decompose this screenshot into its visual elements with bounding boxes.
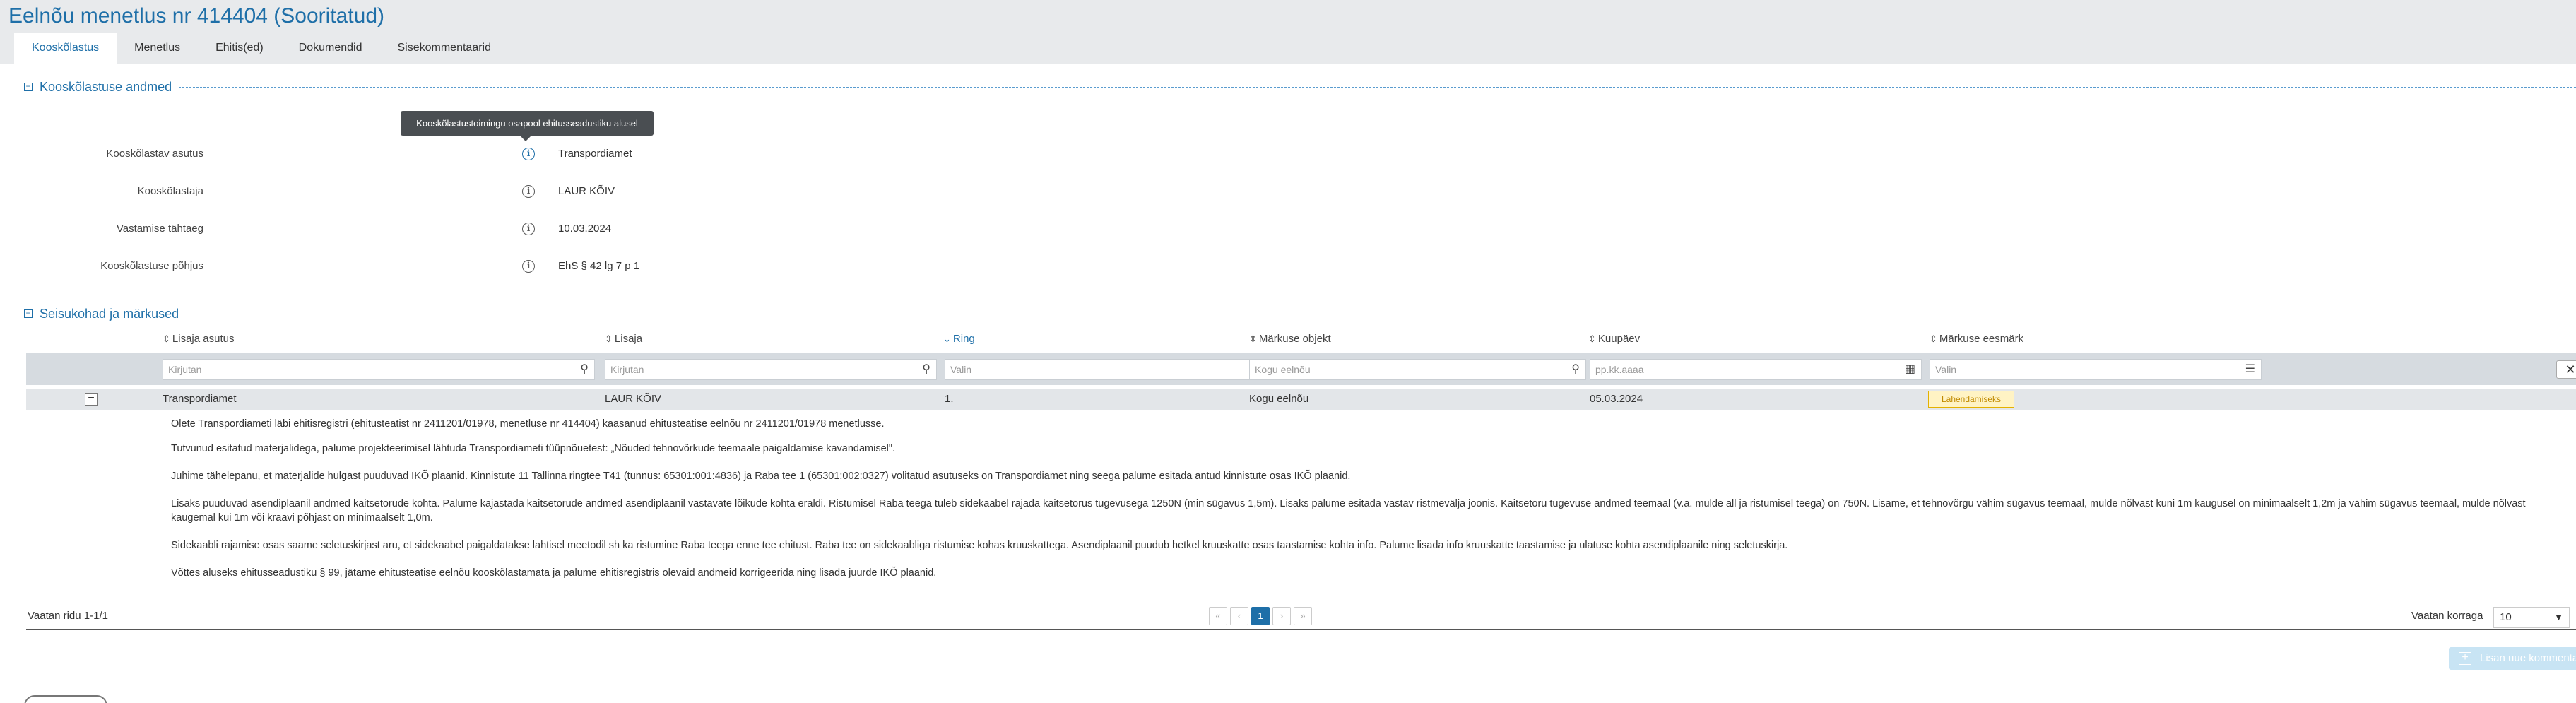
field-value: 10.03.2024 [558, 223, 612, 235]
first-page-button[interactable]: « [1209, 607, 1227, 625]
comment-body: Olete Transpordiameti läbi ehitisregistr… [0, 414, 2576, 594]
divider [179, 86, 2576, 88]
tab-dokumendid[interactable]: Dokumendid [281, 33, 380, 64]
cell-lisaja: LAUR KÕIV [605, 393, 662, 405]
page-title: Eelnõu menetlus nr 414404 (Sooritatud) [8, 4, 385, 28]
comment-paragraph: Olete Transpordiameti läbi ehitisregistr… [171, 418, 885, 430]
clear-filters-button[interactable]: ✕ [2556, 360, 2576, 379]
status-badge: Lahendamiseks [1928, 391, 2014, 408]
collapse-icon[interactable]: − [24, 82, 33, 91]
list-icon[interactable]: ☰ [2245, 360, 2255, 379]
sort-icon: ⇕ [1588, 333, 1596, 344]
filter-kuupaev-input[interactable]: pp.kk.aaaa ▦ [1590, 359, 1922, 380]
back-button[interactable] [24, 695, 107, 703]
cell-kuupaev: 05.03.2024 [1590, 393, 1643, 405]
sort-desc-icon: ⌄ [943, 333, 951, 344]
last-page-button[interactable]: » [1294, 607, 1312, 625]
cell-objekt: Kogu eelnõu [1249, 393, 1309, 405]
pagination: Vaatan ridu 1-1/1 « ‹ 1 › » Vaatan korra… [26, 601, 2576, 630]
calendar-icon[interactable]: ▦ [1905, 360, 1915, 379]
filter-lisaja-input[interactable]: Kirjutan ⚲ [605, 359, 937, 380]
collapse-icon[interactable]: − [24, 309, 33, 318]
filter-ring-select[interactable]: Valin☰ [945, 359, 1268, 380]
comment-paragraph: Juhime tähelepanu, et materjalide hulgas… [171, 471, 1351, 482]
field-vastamise-tahtaeg: Vastamise tähtaeg i 10.03.2024 [0, 220, 848, 237]
chevron-down-icon: ▼ [2554, 612, 2563, 622]
column-header-lisaja-asutus[interactable]: ⇕ Lisaja asutus [163, 329, 234, 349]
field-kooskolastav-asutus: Kooskõlastav asutus i Transpordiamet [0, 146, 848, 163]
table-header: ⇕ Lisaja asutus ⇕ Lisaja ⌄ Ring ⇕ Märkuse ob… [0, 329, 2576, 349]
info-icon[interactable]: i [522, 185, 535, 198]
filter-markuse-objekt-input[interactable]: Kogu eelnõu ⚲ [1249, 359, 1586, 380]
column-header-markuse-objekt[interactable]: ⇕ Märkuse objekt [1249, 329, 1331, 349]
section-title[interactable]: Seisukohad ja märkused [40, 307, 179, 321]
sort-icon: ⇕ [163, 333, 170, 344]
comment-paragraph: Tutvunud esitatud materjalidega, palume … [171, 443, 896, 454]
field-kooskolastaja: Kooskõlastaja i LAUR KÕIV [0, 183, 848, 200]
tab-ehitised[interactable]: Ehitis(ed) [198, 33, 281, 64]
filter-markuse-eesmark-select[interactable]: Valin ☰ [1930, 359, 2262, 380]
row-count-summary: Vaatan ridu 1-1/1 [28, 610, 108, 622]
prev-page-button[interactable]: ‹ [1230, 607, 1248, 625]
column-header-lisaja[interactable]: ⇕ Lisaja [605, 329, 642, 349]
info-icon[interactable]: i [522, 223, 535, 235]
field-value: LAUR KÕIV [558, 185, 615, 197]
filter-bar: Kirjutan⚲ Kirjutan⚲ Valin☰ Kogu eelnõu⚲ … [26, 353, 2576, 385]
tab-sisekommentaarid[interactable]: Sisekommentaarid [380, 33, 509, 64]
search-icon[interactable]: ⚲ [580, 360, 589, 379]
section-seisukohad: − Seisukohad ja märkused [24, 307, 2576, 321]
tab-kooskolastus[interactable]: Kooskõlastus [14, 33, 117, 64]
column-header-markuse-eesmark[interactable]: ⇕ Märkuse eesmärk [1930, 329, 2023, 349]
column-header-kuupaev[interactable]: ⇕ Kuupäev [1588, 329, 1640, 349]
tab-bar: Kooskõlastus Menetlus Ehitis(ed) Dokumen… [14, 33, 509, 64]
field-label: Vastamise tähtaeg [116, 223, 203, 235]
cell-ring: 1. [945, 393, 954, 405]
field-value: Transpordiamet [558, 148, 632, 160]
per-page-select[interactable]: 10 ▼ [2493, 607, 2570, 628]
field-kooskolastuse-pohjus: Kooskõlastuse põhjus i EhS § 42 lg 7 p 1 [0, 258, 848, 275]
tooltip: Kooskõlastustoimingu osapool ehitusseadu… [401, 111, 654, 136]
per-page-label: Vaatan korraga [2411, 610, 2483, 622]
tooltip-arrow [520, 136, 531, 141]
next-page-button[interactable]: › [1272, 607, 1291, 625]
field-label: Kooskõlastaja [137, 185, 203, 197]
collapse-row-button[interactable]: − [85, 393, 98, 406]
add-comment-button[interactable]: + Lisan uue kommentaari [2449, 647, 2576, 670]
sort-icon: ⇕ [1930, 333, 1937, 344]
close-icon: ✕ [2565, 362, 2576, 377]
field-value: EhS § 42 lg 7 p 1 [558, 260, 640, 272]
section-kooskolastuse-andmed: − Kooskõlastuse andmed [24, 80, 2576, 94]
comment-paragraph: Võttes aluseks ehitusseadustiku § 99, jä… [171, 567, 937, 579]
table-row[interactable]: − Transpordiamet LAUR KÕIV 1. Kogu eelnõ… [26, 389, 2576, 410]
field-label: Kooskõlastav asutus [106, 148, 203, 160]
search-icon[interactable]: ⚲ [922, 360, 930, 379]
sort-icon: ⇕ [1249, 333, 1257, 344]
info-icon[interactable]: i [522, 260, 535, 273]
page-header: Eelnõu menetlus nr 414404 (Sooritatud) K… [0, 0, 2576, 64]
cell-asutus: Transpordiamet [163, 393, 237, 405]
column-header-ring[interactable]: ⌄ Ring [943, 329, 975, 349]
tab-menetlus[interactable]: Menetlus [117, 33, 198, 64]
field-label: Kooskõlastuse põhjus [100, 260, 203, 272]
comment-paragraph: Sidekaabli rajamise osas saame seletuski… [171, 540, 1788, 551]
plus-icon: + [2459, 652, 2471, 665]
search-icon[interactable]: ⚲ [1571, 360, 1580, 379]
section-title[interactable]: Kooskõlastuse andmed [40, 80, 172, 95]
page-1-button[interactable]: 1 [1251, 607, 1270, 625]
filter-lisaja-asutus-input[interactable]: Kirjutan ⚲ [163, 359, 595, 380]
comment-paragraph: Lisaks puuduvad asendiplaanil andmed kai… [171, 498, 2526, 524]
sort-icon: ⇕ [605, 333, 613, 344]
info-icon[interactable]: i [522, 148, 535, 160]
